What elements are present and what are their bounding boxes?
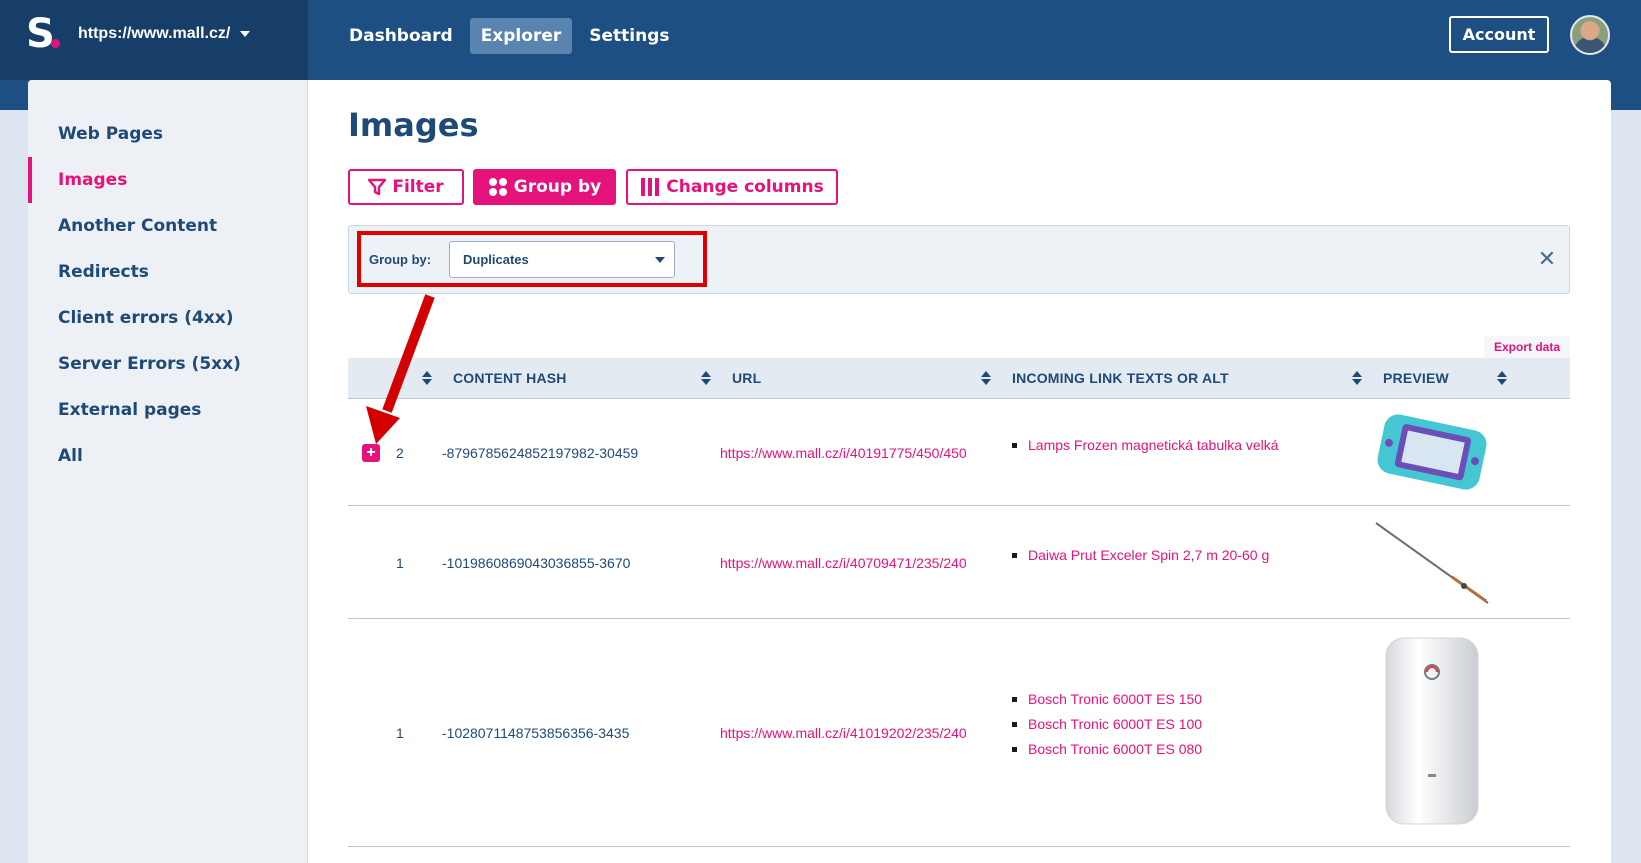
chevron-down-icon <box>655 257 665 263</box>
alt-text-item[interactable]: Bosch Tronic 6000T ES 080 <box>1010 737 1202 762</box>
row-url[interactable]: https://www.mall.cz/i/40709471/235/240 <box>720 555 967 571</box>
col-alt[interactable]: INCOMING LINK TEXTS OR ALT <box>1012 358 1229 398</box>
sidebar: Web Pages Images Another Content Redirec… <box>28 80 308 863</box>
nav-explorer[interactable]: Explorer <box>469 18 573 54</box>
nav-settings[interactable]: Settings <box>578 18 680 54</box>
row-count: 1 <box>396 555 404 571</box>
alt-text-item[interactable]: Daiwa Prut Exceler Spin 2,7 m 20-60 g <box>1010 543 1269 568</box>
row-count: 2 <box>396 445 404 461</box>
sidebar-item-client-errors[interactable]: Client errors (4xx) <box>28 295 308 341</box>
col-url[interactable]: URL <box>732 358 761 398</box>
app-logo[interactable]: S <box>26 12 66 56</box>
filter-icon <box>368 178 387 196</box>
alt-text-item[interactable]: Bosch Tronic 6000T ES 150 <box>1010 687 1202 712</box>
col-content-hash[interactable]: CONTENT HASH <box>453 358 567 398</box>
row-hash: -1019860869043036855-3670 <box>442 555 631 571</box>
brand-area: S https://www.mall.cz/ <box>0 0 308 80</box>
sort-url-icon[interactable] <box>981 371 991 386</box>
sidebar-item-another-content[interactable]: Another Content <box>28 203 308 249</box>
sort-alt-icon[interactable] <box>1352 371 1362 386</box>
change-columns-label: Change columns <box>666 177 824 197</box>
export-data-link[interactable]: Export data <box>1484 336 1570 358</box>
content-area: Images Filter Group by Change columns Gr… <box>308 80 1611 863</box>
group-by-bar: Group by: Duplicates ✕ <box>348 225 1570 294</box>
preview-image-board[interactable] <box>1372 412 1492 492</box>
table-header: CONTENT HASH URL INCOMING LINK TEXTS OR … <box>348 358 1570 399</box>
preview-image-heater[interactable] <box>1372 634 1492 834</box>
main-nav: Dashboard Explorer Settings <box>338 18 681 54</box>
nav-dashboard[interactable]: Dashboard <box>338 18 464 54</box>
logo-dot <box>51 39 60 48</box>
site-url: https://www.mall.cz/ <box>78 25 231 42</box>
columns-icon <box>641 178 660 196</box>
preview-image-rod[interactable] <box>1372 517 1492 609</box>
row-alt-list: Bosch Tronic 6000T ES 150 Bosch Tronic 6… <box>1010 687 1202 762</box>
table-row: 1 -1028071148753856356-3435 https://www.… <box>348 620 1570 847</box>
chevron-down-icon <box>240 31 251 37</box>
sidebar-item-all[interactable]: All <box>28 433 308 479</box>
sort-count-icon[interactable] <box>422 371 432 386</box>
sidebar-item-redirects[interactable]: Redirects <box>28 249 308 295</box>
account-button[interactable]: Account <box>1449 16 1549 53</box>
row-url[interactable]: https://www.mall.cz/i/41019202/235/240 <box>720 725 967 741</box>
sidebar-item-images[interactable]: Images <box>28 157 308 203</box>
alt-text-item[interactable]: Bosch Tronic 6000T ES 100 <box>1010 712 1202 737</box>
sort-preview-icon[interactable] <box>1497 371 1507 386</box>
group-by-select[interactable]: Duplicates <box>449 241 675 278</box>
col-preview[interactable]: PREVIEW <box>1383 358 1449 398</box>
page-title: Images <box>348 106 479 144</box>
avatar[interactable] <box>1570 15 1610 55</box>
row-alt-list: Lamps Frozen magnetická tabulka velká <box>1010 433 1279 458</box>
change-columns-button[interactable]: Change columns <box>626 169 838 205</box>
sidebar-item-server-errors[interactable]: Server Errors (5xx) <box>28 341 308 387</box>
row-hash: -1028071148753856356-3435 <box>442 725 630 741</box>
filter-label: Filter <box>392 177 444 197</box>
sidebar-item-external-pages[interactable]: External pages <box>28 387 308 433</box>
group-icon <box>488 178 507 196</box>
alt-text-item[interactable]: Lamps Frozen magnetická tabulka velká <box>1010 433 1279 458</box>
sort-hash-icon[interactable] <box>701 371 711 386</box>
row-hash: -8796785624852197982-30459 <box>442 445 639 461</box>
expand-plus-icon[interactable]: + <box>362 444 380 462</box>
sidebar-item-web-pages[interactable]: Web Pages <box>28 111 308 157</box>
group-by-label: Group by <box>513 177 602 197</box>
table-row: 1 -1019860869043036855-3670 https://www.… <box>348 507 1570 619</box>
row-count: 1 <box>396 725 404 741</box>
table-row: + 2 -8796785624852197982-30459 https://w… <box>348 400 1570 506</box>
row-url[interactable]: https://www.mall.cz/i/40191775/450/450 <box>720 445 967 461</box>
site-switcher[interactable]: https://www.mall.cz/ <box>78 22 251 46</box>
row-alt-list: Daiwa Prut Exceler Spin 2,7 m 20-60 g <box>1010 543 1269 568</box>
group-by-button[interactable]: Group by <box>473 169 616 205</box>
filter-button[interactable]: Filter <box>348 169 464 205</box>
group-by-value: Duplicates <box>463 252 529 267</box>
group-by-field-label: Group by: <box>369 252 432 267</box>
main-panel: Web Pages Images Another Content Redirec… <box>28 80 1611 863</box>
close-icon[interactable]: ✕ <box>1532 244 1562 274</box>
